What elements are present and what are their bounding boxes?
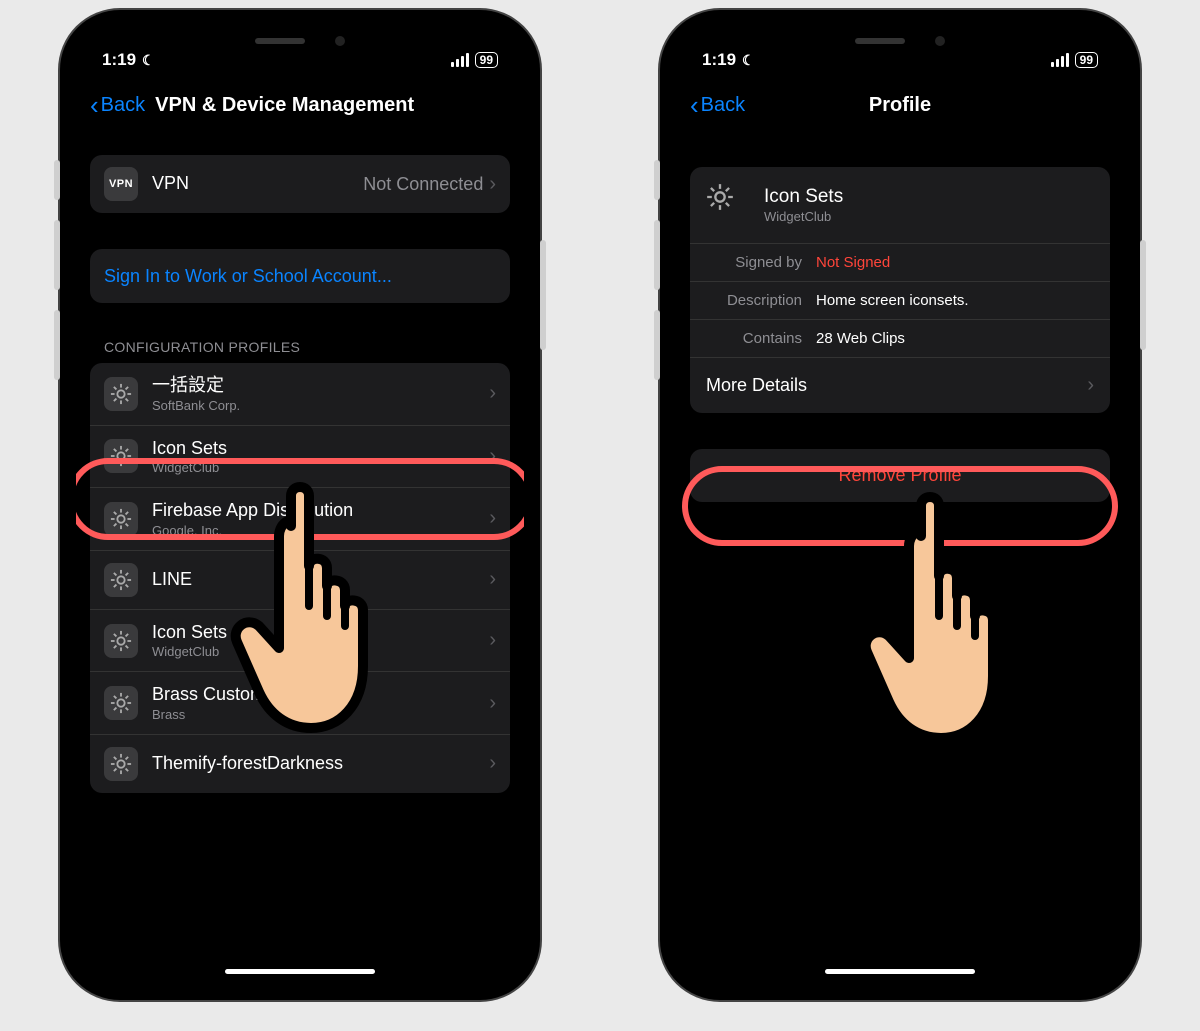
- contains-value: 28 Web Clips: [816, 330, 905, 347]
- more-details-row[interactable]: More Details ›: [690, 358, 1110, 413]
- back-label: Back: [101, 94, 145, 117]
- chevron-right-icon: ›: [489, 692, 496, 715]
- chevron-right-icon: ›: [489, 629, 496, 652]
- battery-level: 99: [1075, 52, 1098, 68]
- gear-icon: [104, 624, 138, 658]
- mute-switch: [654, 160, 660, 200]
- nav-bar: ‹ Back Profile: [676, 76, 1124, 131]
- profile-sub: WidgetClub: [764, 209, 1094, 224]
- volume-down: [654, 310, 660, 380]
- chevron-left-icon: ‹: [90, 90, 99, 121]
- gear-icon: [104, 377, 138, 411]
- screen-right: 1:19 ☾ 99 ‹ Back Profile Icon Sets: [676, 26, 1124, 984]
- chevron-left-icon: ‹: [690, 90, 699, 121]
- vpn-label: VPN: [152, 173, 363, 195]
- cellular-signal-icon: [451, 53, 469, 67]
- chevron-right-icon: ›: [489, 752, 496, 775]
- notch: [200, 26, 400, 56]
- contains-row: Contains 28 Web Clips: [690, 320, 1110, 358]
- back-button[interactable]: ‹ Back: [90, 90, 145, 121]
- battery-level: 99: [475, 52, 498, 68]
- gear-icon: [104, 563, 138, 597]
- dnd-moon-icon: ☾: [742, 52, 755, 69]
- dnd-moon-icon: ☾: [142, 52, 155, 69]
- chevron-right-icon: ›: [1087, 374, 1094, 397]
- description-value: Home screen iconsets.: [816, 292, 969, 309]
- volume-down: [54, 310, 60, 380]
- volume-up: [54, 220, 60, 290]
- mute-switch: [54, 160, 60, 200]
- sign-in-label: Sign In to Work or School Account...: [104, 266, 392, 287]
- sign-in-row[interactable]: Sign In to Work or School Account...: [90, 249, 510, 303]
- gear-icon: [706, 183, 750, 227]
- cellular-signal-icon: [1051, 53, 1069, 67]
- pointer-hand-icon: [206, 476, 406, 736]
- gear-icon: [104, 502, 138, 536]
- notch: [800, 26, 1000, 56]
- profile-row[interactable]: 一括設定 SoftBank Corp. ›: [90, 363, 510, 426]
- profile-title: Icon Sets: [764, 186, 1094, 209]
- gear-icon: [104, 439, 138, 473]
- power-button: [1140, 240, 1146, 350]
- profile-row[interactable]: Themify-forestDarkness ›: [90, 735, 510, 793]
- back-label: Back: [701, 94, 745, 117]
- signed-by-row: Signed by Not Signed: [690, 244, 1110, 282]
- screen-left: 1:19 ☾ 99 ‹ Back VPN & Device Management…: [76, 26, 524, 984]
- vpn-row[interactable]: VPN VPN Not Connected ›: [90, 155, 510, 213]
- gear-icon: [104, 686, 138, 720]
- pointer-hand-icon: [836, 486, 1036, 746]
- section-header: CONFIGURATION PROFILES: [90, 339, 510, 363]
- power-button: [540, 240, 546, 350]
- nav-bar: ‹ Back VPN & Device Management: [76, 76, 524, 131]
- phone-left: 1:19 ☾ 99 ‹ Back VPN & Device Management…: [60, 10, 540, 1000]
- volume-up: [654, 220, 660, 290]
- chevron-right-icon: ›: [489, 507, 496, 530]
- page-title: VPN & Device Management: [155, 94, 414, 117]
- vpn-status: Not Connected: [363, 174, 483, 195]
- gear-icon: [104, 747, 138, 781]
- vpn-icon: VPN: [104, 167, 138, 201]
- profile-header: Icon Sets WidgetClub: [690, 167, 1110, 244]
- home-indicator[interactable]: [825, 969, 975, 974]
- chevron-right-icon: ›: [489, 568, 496, 591]
- more-details-label: More Details: [706, 375, 807, 396]
- chevron-right-icon: ›: [489, 173, 496, 196]
- chevron-right-icon: ›: [489, 382, 496, 405]
- home-indicator[interactable]: [225, 969, 375, 974]
- description-row: Description Home screen iconsets.: [690, 282, 1110, 320]
- phone-right: 1:19 ☾ 99 ‹ Back Profile Icon Sets: [660, 10, 1140, 1000]
- status-time: 1:19: [102, 50, 136, 70]
- signed-by-value: Not Signed: [816, 254, 890, 271]
- back-button[interactable]: ‹ Back: [690, 90, 745, 121]
- chevron-right-icon: ›: [489, 445, 496, 468]
- status-time: 1:19: [702, 50, 736, 70]
